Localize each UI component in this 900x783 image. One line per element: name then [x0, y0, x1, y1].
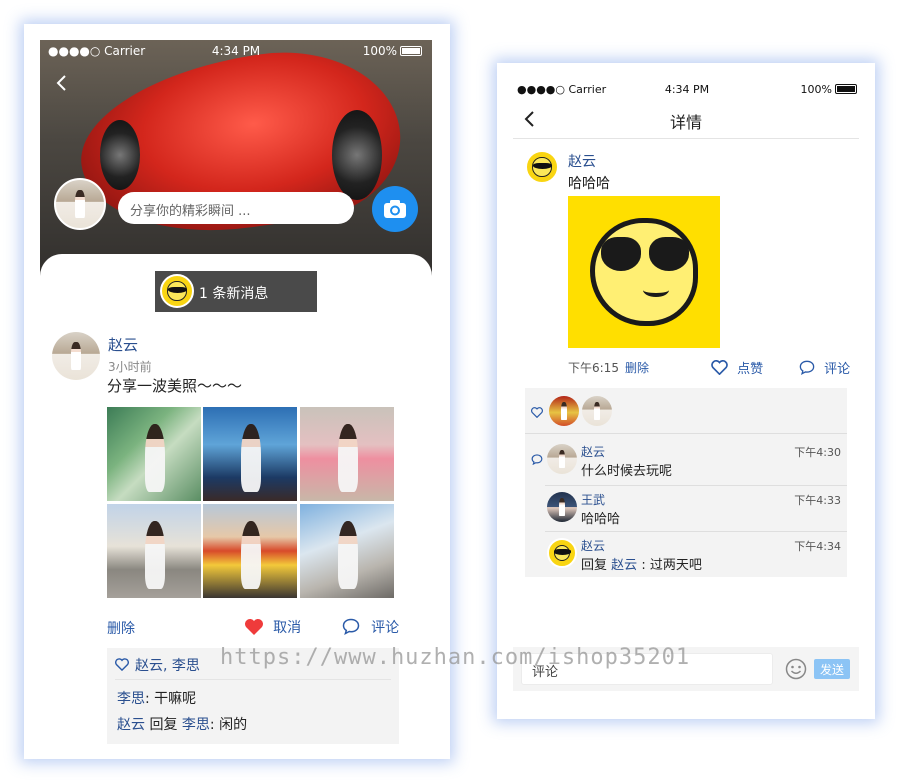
user-avatar[interactable] [54, 178, 106, 230]
comment-icon [342, 618, 360, 635]
delete-link[interactable]: 删除 [625, 359, 649, 376]
comment-button[interactable]: 评论 [342, 616, 399, 637]
comment-author[interactable]: 赵云 [117, 717, 145, 733]
reply-word: 回复 [581, 558, 608, 573]
photo-thumbnail[interactable] [107, 504, 201, 598]
photo-thumbnail[interactable] [203, 407, 297, 501]
heart-outline-icon [711, 360, 728, 375]
sticker-face [590, 218, 698, 326]
divider [545, 531, 847, 532]
sunglasses-icon [601, 237, 691, 271]
cover-image: ●●●●○ Carrier 4:34 PM 100% 分享你的精彩瞬间 ... [40, 40, 432, 290]
comment-text: 哈哈哈 [581, 512, 621, 527]
like-button[interactable]: 点赞 [711, 357, 763, 377]
reply-to-name[interactable]: 李思 [182, 717, 210, 733]
comment-text: 干嘛呢 [154, 691, 197, 707]
comment-icon [531, 454, 543, 465]
page-title: 详情 [669, 113, 702, 132]
comment-row[interactable]: 王武 哈哈哈 下午4:33 [545, 488, 847, 532]
divider [525, 433, 847, 434]
emoji-icon[interactable] [785, 658, 807, 680]
cancel-like-label: 取消 [273, 619, 302, 636]
reply-word: 回复 [149, 717, 178, 733]
post-author-avatar[interactable] [52, 332, 100, 380]
cancel-like-button[interactable]: 取消 [244, 616, 301, 637]
battery-icon [835, 84, 857, 94]
back-arrow-icon[interactable] [54, 74, 70, 92]
heart-outline-icon [115, 658, 129, 671]
comment-row[interactable]: 赵云 回复 李思: 闲的 [117, 714, 247, 734]
share-placeholder: 分享你的精彩瞬间 ... [130, 204, 251, 219]
comment-icon [799, 360, 815, 375]
new-message-text: 1 条新消息 [199, 286, 269, 302]
comment-label: 评论 [371, 619, 400, 636]
heart-outline-icon [531, 407, 543, 418]
header-divider [513, 138, 859, 139]
comment-time: 下午4:30 [794, 446, 841, 459]
comment-text: 闲的 [219, 717, 248, 733]
post-time: 下午6:15 [568, 361, 619, 375]
camera-button[interactable] [372, 186, 418, 232]
liker-avatar[interactable] [549, 396, 579, 426]
divider [115, 679, 391, 680]
battery-percent: 100% [800, 83, 832, 96]
delete-link[interactable]: 删除 [107, 618, 135, 638]
likes-comments-box: 赵云 什么时候去玩呢 下午4:30 王武 哈哈哈 下午4:33 赵云 回复 赵云… [525, 388, 847, 577]
share-input[interactable]: 分享你的精彩瞬间 ... [118, 192, 354, 224]
car-wheel [332, 110, 382, 200]
comment-separator: : [209, 717, 215, 733]
camera-icon [384, 200, 406, 218]
battery-percent: 100% [362, 44, 397, 58]
comment-row[interactable]: 赵云 什么时候去玩呢 下午4:30 [545, 440, 847, 486]
send-button[interactable]: 发送 [814, 659, 850, 679]
comment-button[interactable]: 评论 [799, 357, 850, 377]
sticker-avatar [160, 274, 194, 308]
photo-thumbnail[interactable] [300, 407, 394, 501]
post-text: 哈哈哈 [568, 176, 610, 192]
photo-thumbnail[interactable] [300, 504, 394, 598]
comment-time: 下午4:34 [794, 540, 841, 553]
commenter-avatar[interactable] [547, 538, 577, 568]
comment-row[interactable]: 赵云 回复 赵云 : 过两天吧 下午4:34 [545, 534, 847, 577]
sticker-image[interactable] [568, 196, 720, 348]
photo-thumbnail[interactable] [107, 407, 201, 501]
comment-label: 评论 [824, 362, 851, 377]
reply-line: 回复 赵云 : 过两天吧 [581, 554, 702, 573]
comment-author[interactable]: 李思 [117, 691, 145, 707]
like-label: 点赞 [737, 362, 764, 377]
reply-to-name[interactable]: 赵云 [611, 558, 637, 573]
post-author-name[interactable]: 赵云 [568, 151, 596, 171]
battery-indicator: 100% [801, 83, 857, 96]
send-label: 发送 [819, 663, 844, 677]
status-bar: ●●●●○ Carrier 4:34 PM 100% [40, 42, 432, 62]
photo-thumbnail[interactable] [203, 504, 297, 598]
comment-text: 什么时候去玩呢 [581, 464, 673, 479]
battery-indicator: 100% [363, 44, 422, 58]
comment-author[interactable]: 王武 [581, 491, 605, 508]
car-wheel [100, 120, 140, 190]
sticker-mouth [643, 283, 669, 297]
comment-text: : 过两天吧 [641, 558, 702, 573]
right-phone-screen: ●●●●○ Carrier 4:34 PM 100% 详情 赵云 哈哈哈 下午6… [497, 63, 875, 719]
liker-avatar[interactable] [582, 396, 612, 426]
post-author-avatar[interactable] [525, 150, 559, 184]
watermark-text: https://www.huzhan.com/ishop35201 [220, 645, 691, 670]
post-time: 3小时前 [108, 360, 152, 374]
comment-author[interactable]: 赵云 [581, 537, 605, 554]
comment-author[interactable]: 赵云 [581, 443, 605, 460]
comment-time: 下午4:33 [794, 494, 841, 507]
feed-panel: 1 条新消息 赵云 3小时前 分享一波美照～～～ 删除 取消 评论 赵云, 李思… [40, 254, 432, 744]
new-message-banner[interactable]: 1 条新消息 [155, 271, 317, 312]
liked-by-names[interactable]: 赵云, 李思 [135, 655, 200, 675]
comment-separator: : [145, 691, 150, 707]
divider [545, 485, 847, 486]
post-text: 分享一波美照～～～ [107, 377, 243, 395]
post-author-name[interactable]: 赵云 [108, 334, 138, 355]
commenter-avatar[interactable] [547, 492, 577, 522]
comment-row[interactable]: 李思: 干嘛呢 [117, 688, 196, 708]
battery-icon [400, 46, 422, 56]
status-bar: ●●●●○ Carrier 4:34 PM 100% [517, 81, 857, 101]
commenter-avatar[interactable] [547, 444, 577, 474]
heart-filled-icon [245, 618, 263, 635]
